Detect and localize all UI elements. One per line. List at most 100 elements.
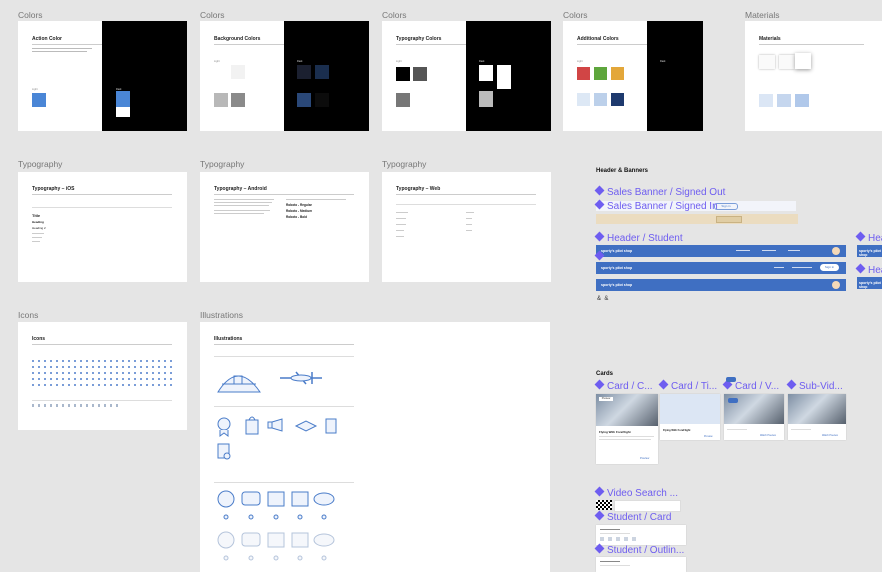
icon-grid <box>32 356 172 386</box>
dark-label: Dark <box>479 60 485 63</box>
frame-label-colors: Colors <box>200 10 225 20</box>
frame-label-colors: Colors <box>563 10 588 20</box>
frame-title: Icons <box>32 336 46 342</box>
frame-typography-ios[interactable]: Typography – iOS Title Heading Heading 2 <box>18 172 187 282</box>
avatar[interactable] <box>832 247 840 255</box>
roboto-regular: Roboto - Regular <box>286 203 312 207</box>
component-icon <box>594 510 605 521</box>
component-student-card[interactable]: Student / Card <box>594 510 671 523</box>
frame-label-colors: Colors <box>382 10 407 20</box>
preview-link[interactable]: Preview <box>704 435 713 438</box>
section-title-header-banners: Header & Banners <box>596 168 649 174</box>
card-title: Flying With ForeFlight <box>663 429 691 432</box>
component-icon <box>855 231 866 242</box>
swatch-action-light <box>32 93 46 107</box>
frame-icons[interactable]: Icons <box>18 322 187 430</box>
card-course[interactable]: Preview Flying With ForeFlight Preview <box>596 394 658 464</box>
avatar[interactable] <box>832 281 840 289</box>
frame-label-icons: Icons <box>18 310 39 320</box>
badge-icons-illustration <box>217 416 337 460</box>
roboto-bold: Roboto - Bold <box>286 215 308 219</box>
light-label: Light <box>32 88 38 91</box>
frame-label-colors: Colors <box>18 10 43 20</box>
preview-link[interactable]: Preview <box>640 457 649 460</box>
component-icon <box>594 486 605 497</box>
frame-label-typography: Typography <box>18 159 63 169</box>
watch-preview-link[interactable]: Watch Preview <box>760 434 776 437</box>
watch-preview-link[interactable]: Watch Preview <box>822 434 838 437</box>
component-icon <box>594 250 605 261</box>
section-title-cards: Cards <box>596 371 614 377</box>
frame-label-illustrations: Illustrations <box>200 310 243 320</box>
sign-in-button[interactable]: Sign in <box>820 264 839 271</box>
card-video[interactable]: Watch Preview <box>724 394 784 440</box>
card-sub-video[interactable]: Watch Preview <box>788 394 846 440</box>
frame-action-color[interactable]: Action Color Light Dark <box>18 21 187 131</box>
header-partial-bar[interactable]: sporty's pilot shop <box>857 245 882 257</box>
dark-panel <box>102 21 187 131</box>
component-sales-banner-signed-out[interactable]: Sales Banner / Signed Out <box>594 185 725 198</box>
frame-label-typography: Typography <box>200 159 245 169</box>
dark-label: Dark <box>660 60 666 63</box>
header-signed-out-bar[interactable]: sporty's pilot shop Sign in <box>596 262 846 274</box>
component-icon <box>594 231 605 242</box>
frame-typography-colors[interactable]: Typography Colors Light Dark <box>382 21 551 131</box>
checker-placeholder <box>596 500 612 510</box>
student-outline-card[interactable] <box>596 557 686 572</box>
frame-title: Additional Colors <box>577 36 619 42</box>
preview-badge: Preview <box>599 397 613 401</box>
frame-title: Materials <box>759 36 781 42</box>
lesson-icons-faded-illustration <box>217 531 335 561</box>
sales-banner-signed-in[interactable] <box>596 214 798 224</box>
light-label: Light <box>577 60 583 63</box>
frame-title: Illustrations <box>214 336 243 342</box>
component-header-partial-2[interactable]: Hea <box>855 263 882 276</box>
header-partial-bar-2[interactable]: sporty's pilot shop <box>857 277 882 289</box>
component-video-search[interactable]: Video Search ... <box>594 486 678 499</box>
component-sub-video[interactable]: Sub-Vid... <box>786 379 843 392</box>
component-icon <box>855 263 866 274</box>
frame-title: Background Colors <box>214 36 261 42</box>
icon-row <box>32 404 122 407</box>
frame-label-typography: Typography <box>382 159 427 169</box>
frame-title: Typography – Android <box>214 186 267 192</box>
misc-glyphs: & & <box>597 296 609 302</box>
component-icon <box>594 199 605 210</box>
frame-illustrations[interactable]: Illustrations <box>200 322 550 572</box>
frame-background-colors[interactable]: Background Colors Light Dark <box>200 21 369 131</box>
frame-typography-web[interactable]: Typography – Web <box>382 172 551 282</box>
component-card-v[interactable]: Card / V... <box>722 379 779 392</box>
component-icon <box>594 379 605 390</box>
sample-heading-2: Heading 2 <box>32 226 46 230</box>
component-icon <box>786 379 797 390</box>
lesson-icons-illustration <box>217 490 335 520</box>
component-icon <box>594 543 605 554</box>
card-title-only[interactable]: Flying With ForeFlight Preview <box>660 394 720 440</box>
frame-title: Action Color <box>32 36 62 42</box>
student-card[interactable] <box>596 525 686 545</box>
component-header-student[interactable]: Header / Student <box>594 231 683 244</box>
frame-materials[interactable]: Materials <box>745 21 882 131</box>
swatch-action-dark <box>116 91 130 107</box>
brand-logo: sporty's pilot shop <box>859 281 881 289</box>
frame-typography-android[interactable]: Typography – Android Roboto - Regular Ro… <box>200 172 369 282</box>
video-search-input[interactable] <box>614 500 681 512</box>
header-student-bar[interactable]: sporty's pilot shop <box>596 245 846 257</box>
frame-title: Typography – Web <box>396 186 441 192</box>
frame-additional-colors[interactable]: Additional Colors Light Dark <box>563 21 703 131</box>
component-card-ti[interactable]: Card / Ti... <box>658 379 717 392</box>
frame-title: Typography Colors <box>396 36 442 42</box>
light-label: Light <box>214 60 220 63</box>
component-card-c[interactable]: Card / C... <box>594 379 653 392</box>
component-sales-banner-signed-in[interactable]: Sales Banner / Signed In <box>594 199 718 212</box>
component-icon <box>658 379 669 390</box>
component-student-outline[interactable]: Student / Outlin... <box>594 543 684 556</box>
component-header-partial[interactable]: Hea <box>855 231 882 244</box>
brand-logo: sporty's pilot shop <box>859 249 881 257</box>
brand-logo: sporty's pilot shop <box>601 283 633 287</box>
component-icon <box>594 185 605 196</box>
sample-heading: Heading <box>32 220 44 224</box>
header-minimal-bar[interactable]: sporty's pilot shop <box>596 279 846 291</box>
card-image <box>788 394 846 424</box>
frame-label-materials: Materials <box>745 10 780 20</box>
